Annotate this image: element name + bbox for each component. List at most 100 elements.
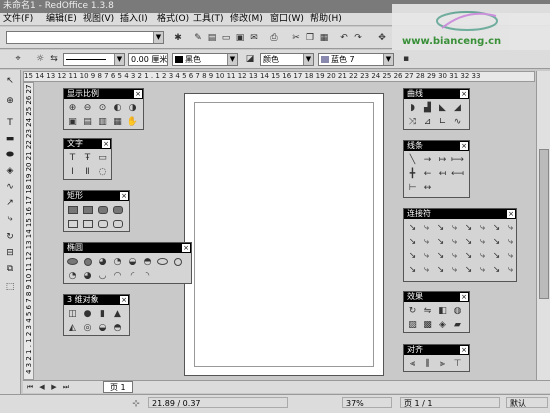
connector-icon[interactable]: ↘ [406,249,419,262]
3d-rotate-icon[interactable]: ◈ [436,318,449,331]
gradient-icon[interactable]: ▩ [421,318,434,331]
set-circle-icon[interactable]: ◍ [451,304,464,317]
menu-help[interactable]: 帮助(H) [310,13,342,26]
connector-icon[interactable]: ↘ [462,221,475,234]
rounded-rect-icon[interactable] [96,217,109,230]
drawing-page[interactable] [184,93,384,376]
line-circle-arrow-icon[interactable]: ↦ [436,153,449,166]
slant-icon[interactable]: ▰ [451,318,464,331]
fit-text-icon[interactable]: Ŧ [81,151,94,164]
connector-icon[interactable]: ↘ [406,221,419,234]
zoom-width-icon[interactable]: ▤ [81,115,94,128]
select-arrow-icon[interactable]: ↖ [3,74,17,88]
vertical-scrollbar[interactable] [536,71,550,380]
square-icon[interactable] [81,217,94,230]
connector-icon[interactable]: ↘ [434,263,447,276]
fill-color-combo[interactable]: 蓝色 7 ▼ [318,53,394,66]
callout-icon[interactable]: ▭ [96,151,109,164]
line-arrow-circle-icon[interactable]: ↤ [436,167,449,180]
align-left-icon[interactable]: ⫷ [406,357,419,370]
align-center-icon[interactable]: ⫼ [421,357,434,370]
cylinder-icon[interactable]: ▮ [96,307,109,320]
cube-icon[interactable]: ◫ [66,307,79,320]
paste-icon[interactable]: ▦ [318,32,330,44]
menu-tools[interactable]: 工具(T) [193,13,224,26]
close-icon[interactable]: × [182,244,190,252]
line-arrow-square-icon[interactable]: ⟻ [451,167,464,180]
navigator-icon[interactable]: ✥ [376,32,388,44]
zoom-prev-icon[interactable]: ◐ [111,101,124,114]
close-icon[interactable]: × [507,210,515,218]
polygon-icon[interactable]: ⊿ [421,115,434,128]
close-icon[interactable]: × [460,346,468,354]
connector-icon[interactable]: ⤷ [504,249,517,262]
circle-icon[interactable] [171,255,184,268]
vertical-callout-icon[interactable]: ◌ [96,165,109,178]
connector-icon[interactable]: ⤷ [448,235,461,248]
close-icon[interactable]: × [460,142,468,150]
rotate-icon[interactable]: ↻ [3,230,17,244]
close-icon[interactable]: × [120,192,128,200]
chevron-down-icon[interactable]: ▼ [303,54,313,65]
arrow-style-icon[interactable]: ⇆ [48,53,60,65]
half-sphere-icon[interactable]: ◓ [111,321,124,334]
sphere-icon[interactable]: ● [81,307,94,320]
line-square-arrow-icon[interactable]: ⟼ [451,153,464,166]
rotate-effect-icon[interactable]: ↻ [406,304,419,317]
align-right-icon[interactable]: ⫸ [436,357,449,370]
close-icon[interactable]: × [102,140,110,148]
filled-freeform-icon[interactable]: ◢ [451,101,464,114]
arrange-icon[interactable]: ⧉ [3,262,17,276]
first-page-icon[interactable]: ⏮ [25,381,35,393]
ellipse-icon[interactable] [156,255,169,268]
connector-icon[interactable]: ⤷ [476,235,489,248]
connector-icon[interactable]: ↘ [490,249,503,262]
chevron-down-icon[interactable]: ▼ [153,32,163,43]
redo-icon[interactable]: ↷ [352,32,364,44]
vertical-fit-text-icon[interactable]: Ⅱ [81,165,94,178]
prev-page-icon[interactable]: ◀ [37,381,47,393]
last-page-icon[interactable]: ⏭ [61,381,71,393]
line-arrow-end-icon[interactable]: → [421,153,434,166]
cut-icon[interactable]: ✂ [290,32,302,44]
segment-icon[interactable]: ◡ [96,269,109,282]
print-icon[interactable]: ⎙ [268,32,280,44]
circle-segment-icon[interactable]: ◠ [111,269,124,282]
shift-icon[interactable]: ✋ [126,115,139,128]
flip-icon[interactable]: ⇋ [421,304,434,317]
filled-segment-icon[interactable]: ◒ [126,255,139,268]
close-icon[interactable]: × [460,90,468,98]
edit-file-icon[interactable]: ✎ [192,32,204,44]
connector-icon[interactable]: ⤷ [476,263,489,276]
connector-icon[interactable]: ⤷ [448,221,461,234]
filled-rounded-rect-icon[interactable] [96,203,109,216]
copy-icon[interactable]: ❐ [304,32,316,44]
connector-tool-icon[interactable]: ⤷ [3,212,17,226]
connector-icon[interactable]: ↘ [490,263,503,276]
arc-icon[interactable]: ◜ [126,269,139,282]
filled-circle-segment-icon[interactable]: ◓ [141,255,154,268]
insert-icon[interactable]: ⬚ [3,280,17,294]
fill-mode-combo[interactable]: 颜色 ▼ [260,53,314,66]
connector-icon[interactable]: ⤷ [504,235,517,248]
filled-curve-icon[interactable]: ◗ [406,101,419,114]
filled-circle-icon[interactable] [81,255,94,268]
menu-format[interactable]: 格式(O) [157,13,189,26]
zoom-next-icon[interactable]: ◑ [126,101,139,114]
connector-icon[interactable]: ⤷ [420,249,433,262]
zoom-icon[interactable]: ⊕ [3,94,17,108]
text-icon[interactable]: T [66,151,79,164]
ellipse-tool-icon[interactable]: ⬬ [3,148,17,162]
polygon45-icon[interactable]: ∟ [436,115,449,128]
status-zoom[interactable]: 37% [342,397,392,408]
pyramid-icon[interactable]: ◭ [66,321,79,334]
connector-icon[interactable]: ⤷ [476,249,489,262]
chevron-down-icon[interactable]: ▼ [383,54,393,65]
close-icon[interactable]: × [120,296,128,304]
line-arrow-start-icon[interactable]: ← [421,167,434,180]
edit-points-icon[interactable]: ⌖ [12,53,24,65]
vertical-text-icon[interactable]: Ⅰ [66,165,79,178]
connector-icon[interactable]: ↘ [434,235,447,248]
zoom-page-icon[interactable]: ▣ [66,115,79,128]
connector-icon[interactable]: ↘ [490,235,503,248]
